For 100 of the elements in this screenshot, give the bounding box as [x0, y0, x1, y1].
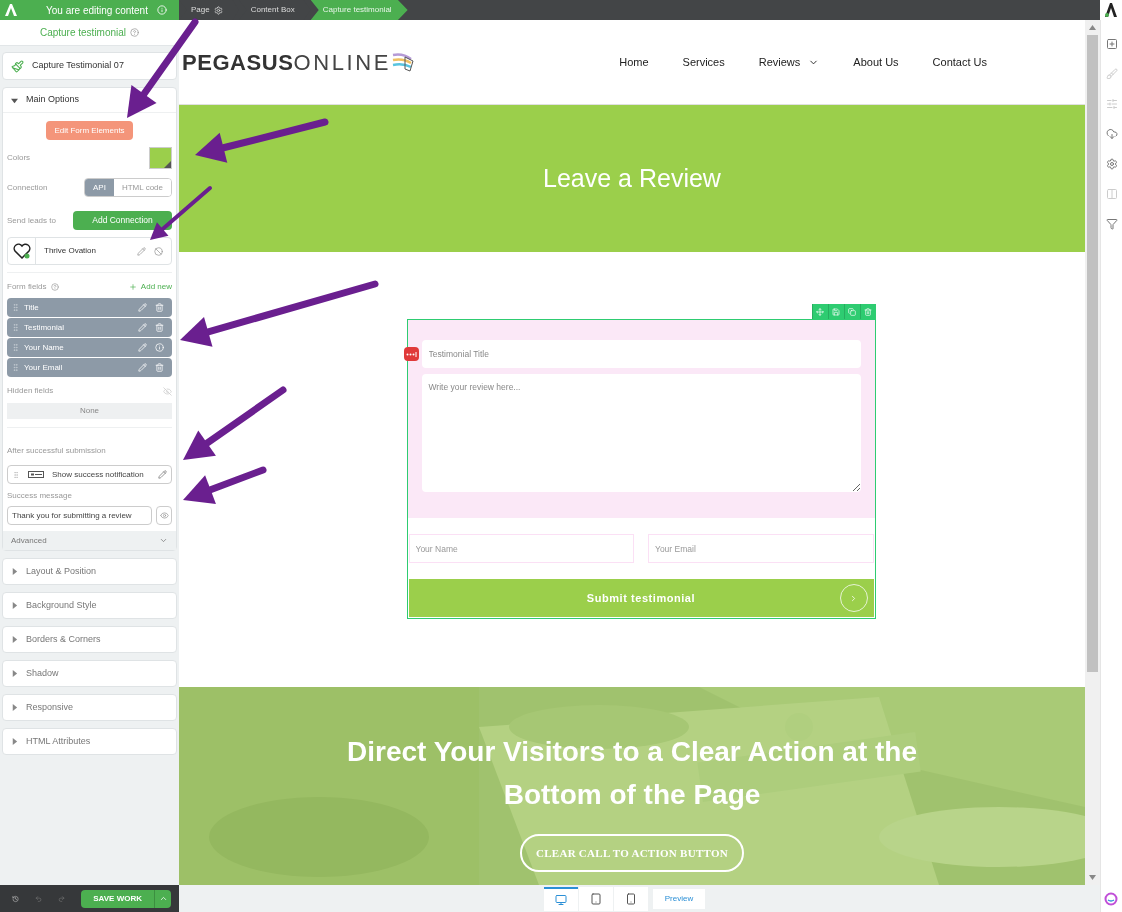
editing-label: You are editing content — [46, 3, 148, 18]
form-field-row[interactable]: Your Name — [7, 338, 172, 357]
field-label: Your Email — [24, 361, 63, 374]
connection-toggle[interactable]: API — [85, 179, 114, 196]
form-field-row[interactable]: Testimonial — [7, 318, 172, 337]
split-icon[interactable] — [1105, 188, 1118, 200]
scroll-down-icon[interactable] — [1089, 875, 1096, 880]
add-connection-button[interactable]: Add Connection — [73, 211, 172, 230]
hidden-eye-icon — [163, 386, 172, 396]
history-icon[interactable] — [12, 893, 20, 904]
success-message-label: Success message — [7, 490, 73, 502]
delete-icon[interactable] — [155, 323, 164, 332]
brush-icon[interactable] — [1105, 68, 1118, 80]
delete-icon[interactable] — [864, 307, 872, 316]
logo-text-light: ONLINE — [293, 48, 392, 77]
color-swatch[interactable] — [149, 147, 172, 169]
sliders-icon[interactable] — [1105, 98, 1118, 110]
logo-text: PEGASUS — [182, 48, 294, 77]
panel-title: Capture testimonial — [39, 26, 127, 40]
preview-button[interactable]: Preview — [652, 888, 706, 909]
delete-icon[interactable] — [155, 303, 164, 312]
advanced-toggle[interactable]: Advanced — [3, 531, 176, 550]
heart-icon — [12, 243, 31, 259]
tablet-icon — [589, 892, 602, 905]
send-leads-label: Send leads to — [7, 214, 56, 227]
add-new-link[interactable]: Add new — [128, 281, 172, 293]
copy-icon[interactable] — [848, 307, 856, 316]
email-field[interactable]: Your Email — [648, 534, 874, 563]
save-work-button[interactable]: SAVE WORK — [81, 889, 154, 908]
nav-link[interactable]: Contact Us — [932, 53, 987, 71]
chevron-right-icon — [849, 593, 858, 603]
title-field[interactable]: Testimonial Title — [421, 340, 861, 368]
save-icon[interactable] — [832, 307, 840, 316]
section-header[interactable]: Borders & Corners — [2, 626, 177, 653]
integration-name: Thrive Ovation — [44, 245, 97, 257]
edit-icon[interactable] — [158, 470, 167, 479]
hidden-fields-label: Hidden fields — [7, 385, 54, 397]
nav-link[interactable]: About Us — [853, 53, 899, 71]
submission-action[interactable]: Show success notification — [7, 465, 172, 484]
success-message-field[interactable]: Thank you for submitting a review — [7, 506, 152, 525]
info-icon[interactable] — [157, 5, 167, 15]
wing-icon — [391, 51, 416, 73]
drag-handle-icon[interactable] — [11, 303, 20, 312]
section-header[interactable]: Responsive — [2, 694, 177, 721]
eye-icon — [159, 511, 169, 520]
assistant-icon[interactable] — [1103, 892, 1120, 908]
funnel-icon[interactable] — [1105, 218, 1118, 230]
scrollbar[interactable] — [1085, 20, 1100, 885]
hidden-fields-empty: None — [7, 403, 172, 419]
section-header[interactable]: HTML Attributes — [2, 728, 177, 755]
phone-icon — [624, 892, 637, 905]
drag-handle-icon[interactable] — [11, 323, 20, 332]
undo-icon[interactable] — [35, 893, 43, 904]
scrollbar-thumb[interactable] — [1087, 35, 1098, 672]
nav-link[interactable]: Reviews — [758, 53, 820, 71]
delete-icon[interactable] — [155, 363, 164, 372]
colors-label: Colors — [7, 152, 31, 164]
breadcrumb[interactable]: Capture testimonial — [310, 0, 408, 20]
section-header[interactable]: Layout & Position — [2, 558, 177, 585]
hero-title: Leave a Review — [543, 162, 721, 194]
help-icon[interactable] — [130, 28, 140, 37]
name-field[interactable]: Your Name — [408, 534, 634, 563]
drag-handle-icon[interactable] — [12, 470, 20, 479]
section-header[interactable]: Background Style — [2, 592, 177, 619]
info-icon[interactable] — [155, 343, 164, 352]
element-name: Capture Testimonial 07 — [32, 59, 124, 73]
after-submission-label: After successful submission — [7, 446, 106, 455]
save-options-button[interactable] — [154, 889, 171, 908]
form-field-row[interactable]: Title — [7, 298, 172, 317]
add-element-icon[interactable] — [1105, 38, 1118, 50]
dots-icon[interactable] — [405, 351, 417, 357]
notification-icon — [28, 471, 44, 478]
redo-icon[interactable] — [58, 893, 66, 904]
cloud-download-icon[interactable] — [1105, 128, 1118, 140]
scroll-up-icon[interactable] — [1089, 25, 1096, 30]
settings-icon — [213, 5, 223, 15]
preview-eye-button[interactable] — [156, 506, 172, 525]
chevron-down-icon — [159, 536, 168, 545]
cta-title: Direct Your Visitors to a Clear Action at the Bottom of the Page — [346, 735, 918, 812]
form-fields-label: Form fields — [7, 281, 47, 293]
help-icon[interactable] — [50, 283, 59, 291]
connection-label: Connection — [7, 181, 48, 194]
drag-handle-icon[interactable] — [11, 343, 20, 352]
logo-icon — [1105, 3, 1117, 17]
disconnect-icon[interactable] — [154, 246, 163, 256]
section-header[interactable]: Shadow — [2, 660, 177, 687]
nav-link[interactable]: Services — [682, 53, 725, 71]
settings-icon[interactable] — [1105, 158, 1118, 170]
review-field[interactable]: Write your review here... — [421, 374, 861, 492]
form-field-row[interactable]: Your Email — [7, 358, 172, 377]
device-toggle[interactable] — [613, 886, 648, 911]
field-label: Title — [24, 301, 39, 314]
device-toggle[interactable] — [578, 886, 613, 911]
logo-icon — [4, 3, 18, 17]
move-icon[interactable] — [816, 307, 824, 316]
nav-link[interactable]: Home — [619, 53, 649, 71]
edit-icon[interactable] — [137, 246, 146, 256]
drag-handle-icon[interactable] — [11, 363, 20, 372]
desktop-icon — [554, 893, 567, 906]
device-toggle[interactable] — [543, 886, 578, 911]
